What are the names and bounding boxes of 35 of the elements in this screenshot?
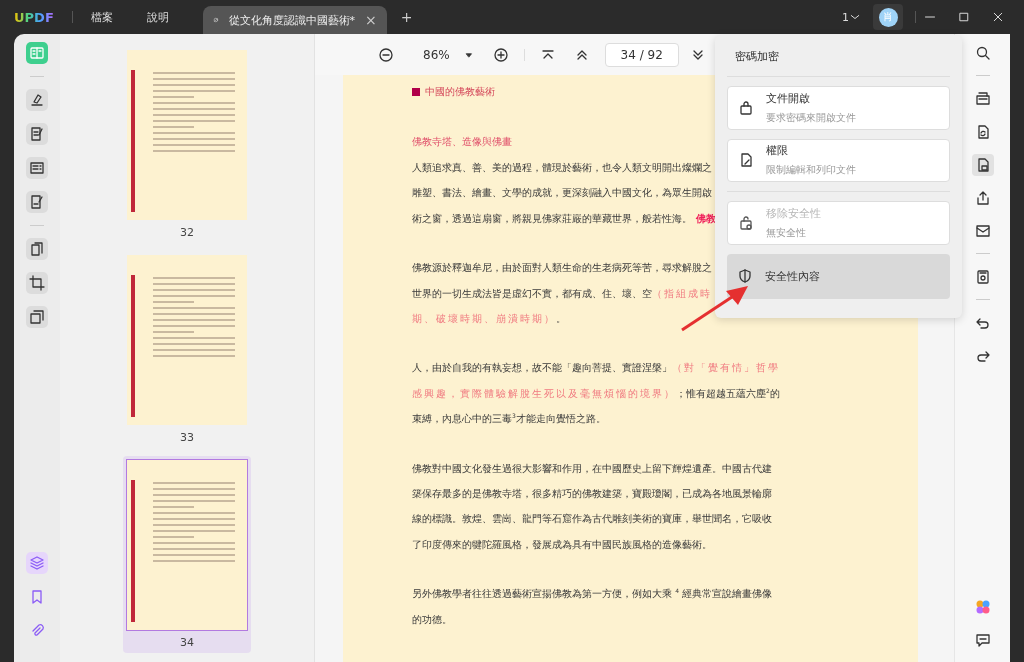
tab-close-button[interactable]: ×: [365, 12, 377, 28]
body-text-line: 築保存最多的是佛教寺塔，很多精巧的佛教建築，寶殿瓊閣，已成為各地風景輪廓: [412, 487, 772, 502]
body-text-line: 佛教對中國文化發生過很大影響和作用，在中國歷史上留下輝煌遺產。中國古代建: [412, 461, 772, 476]
avatar: 肖: [878, 7, 898, 27]
heading: 佛教寺塔、造像與佛畫: [412, 135, 513, 149]
page-number: 32: [180, 226, 194, 239]
body-text-line: 人，由於自我的有執妄想，故不能「趣向菩提、實證涅槃」（對「覺有情」哲學: [412, 361, 780, 376]
tab-title: 從文化角度認識中國藝術*: [228, 12, 356, 28]
body-text-line: 束縛，內息心中的三毒$^{3}$才能走向覺悟之路。: [412, 410, 606, 427]
page-number: 33: [180, 431, 194, 444]
document-tab[interactable]: 從文化角度認識中國藝術* ×: [202, 6, 387, 34]
security-option[interactable]: 文件開啟 要求密碼來開啟文件: [727, 86, 950, 130]
page-number-field[interactable]: 34 / 92: [604, 42, 679, 67]
security-option[interactable]: 權限 限制編輯和列印文件: [727, 138, 950, 183]
body-text-line: 線的標識。敦煌、雲崗、龍門等石窟作為古代雕刻美術的寶庫，舉世聞名，它吸收: [412, 512, 772, 527]
body-text-line: 術之窗，透過這扇窗，將親見佛家莊嚴的華藏世界，般若性海。 佛教: [412, 211, 716, 226]
body-text-line: 了印度傳來的犍陀羅風格，發展成為具有中國民族風格的造像藝術。: [412, 537, 712, 552]
body-text-line: 感興趣，實際體驗解脫生死以及毫無煩惱的境界）；惟有超越五蘊六塵$^{2}$的: [412, 385, 780, 401]
body-text-line: 另外佛教學者往往透過藝術宣揚佛教為第一方便，例如大乘 $^{4}$ 經典常宣說繪畫佛像: [412, 585, 773, 602]
body-text-line: 雕塑、書法、繪畫、文學的成就，更深刻融入中國文化，為眾生開啟: [412, 186, 712, 201]
body-text-line: 佛教源於釋迦牟尼，由於面對人類生命的生老病死等苦，尋求解脫之: [412, 261, 712, 276]
zoom-level[interactable]: 86%: [423, 47, 450, 62]
section-title: 中國的佛教藝術: [425, 85, 495, 99]
body-text-line: 人類追求真、善、美的過程，體現於藝術，也令人類文明開出燦爛之: [412, 161, 712, 175]
body-text-line: 的功德。: [412, 612, 452, 627]
body-text-line: 期、破壞時期、崩潰時期）。: [412, 312, 566, 327]
menu-item[interactable]: 檔案: [90, 9, 113, 25]
page-thumbnail[interactable]: 34: [123, 456, 251, 653]
security-option[interactable]: 安全性內容: [727, 253, 950, 299]
menu-item[interactable]: 說明: [146, 9, 169, 25]
page-count[interactable]: 1: [842, 10, 849, 24]
body-text-line: 世界的一切生成法皆是虛幻不實，都有成、住、壞、空（指組成時: [412, 286, 712, 301]
page-number: 34: [180, 636, 194, 649]
new-tab-button[interactable]: +: [400, 9, 413, 25]
popup-title: 密碼加密: [727, 45, 950, 77]
